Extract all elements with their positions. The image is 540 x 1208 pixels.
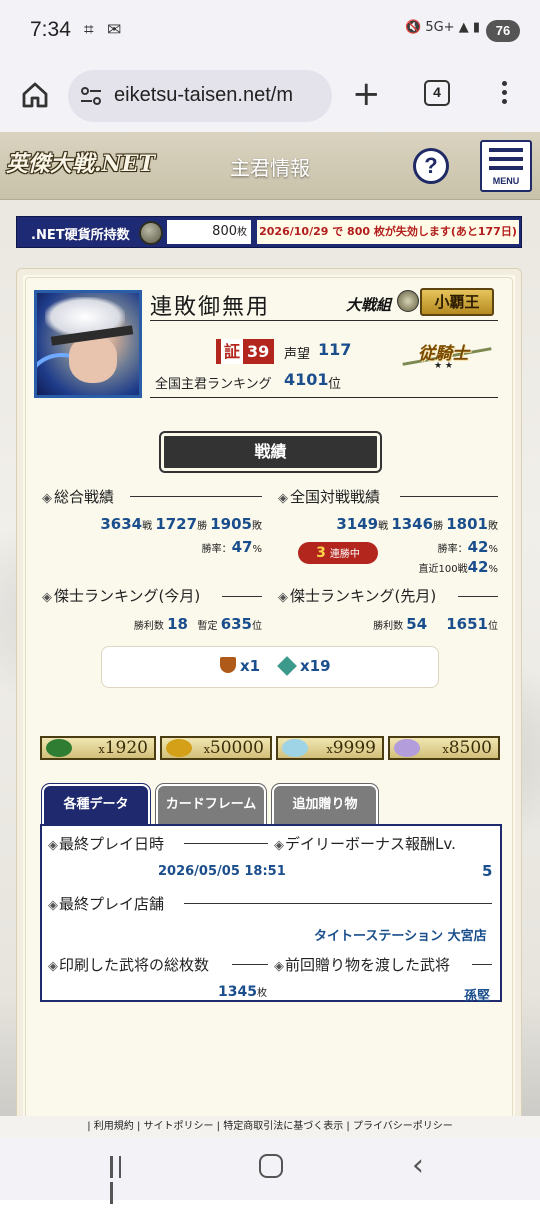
ranking-this-month-title: ◈ 傑士ランキング(今月)	[42, 587, 201, 605]
daily-bonus-level: 5	[482, 862, 493, 880]
group-label: 大戦組	[346, 296, 392, 314]
coin-label: .NET硬貨所持数	[31, 228, 130, 243]
gem-icon	[277, 656, 297, 676]
overall-win-rate: 勝率：47%	[201, 538, 262, 556]
new-tab-button[interactable]: +	[352, 74, 381, 114]
last-play-time-title: ◈最終プレイ日時	[48, 835, 165, 853]
tab-various-data[interactable]: 各種データ	[41, 783, 151, 827]
printed-total-title: ◈印刷した武将の総枚数	[48, 956, 210, 974]
last-shop-title: ◈最終プレイ店舗	[48, 895, 165, 913]
overall-record-title: ◈ 総合戦績	[42, 488, 115, 506]
group-name[interactable]: 小覇王	[420, 288, 494, 316]
coin-bar: .NET硬貨所持数 800枚 2026/10/29 で 800 枚が失効します(…	[16, 216, 522, 248]
coin-amount: 800枚	[167, 220, 251, 244]
network-indicator: 🔇 5G+ ▲ ▮	[405, 20, 480, 35]
ranking-this-month-values: 勝利数 18 暫定 635位	[133, 615, 262, 633]
resource-dragon: x1920	[40, 736, 156, 760]
resource-coin: x50000	[160, 736, 272, 760]
system-nav-bar: ‹	[0, 1138, 540, 1204]
coin-expiry-notice: 2026/10/29 で 800 枚が失効します(あと177日)	[257, 220, 519, 244]
back-icon[interactable]: ‹	[412, 1148, 424, 1183]
url-field[interactable]: eiketsu-taisen.net/m	[68, 70, 332, 122]
status-bar: 7:34 ⌗ ✉ 🔇 5G+ ▲ ▮ 76	[0, 0, 540, 62]
notification-icons: ⌗ ✉	[84, 20, 126, 40]
footer-links[interactable]: | 利用規約 | サイトポリシー | 特定商取引法に基づく表示 | プライバシー…	[0, 1116, 540, 1138]
flower-icon	[394, 739, 420, 757]
medal-box: x1 x19	[101, 646, 439, 688]
gem-count: x19	[277, 656, 331, 676]
national-record-title: ◈ 全国対戦戦績	[278, 488, 381, 506]
last-play-time: 2026/05/05 18:51	[158, 864, 286, 879]
home-button-icon[interactable]	[259, 1154, 283, 1178]
menu-button[interactable]: MENU	[480, 140, 532, 192]
coin-icon	[166, 739, 192, 757]
divider	[150, 397, 498, 398]
status-time: 7:34	[30, 18, 71, 41]
trophy-icon	[220, 657, 236, 673]
browser-toolbar: eiketsu-taisen.net/m + 4	[0, 62, 540, 132]
national-record-values: 3149戦 1346勝 1801敗	[336, 515, 498, 533]
url-text: eiketsu-taisen.net/m	[114, 84, 293, 106]
resource-flower: x8500	[388, 736, 500, 760]
national-rank-label: 全国主君ランキング	[155, 377, 272, 392]
printed-total: 1345枚	[218, 984, 267, 1000]
trophy-count: x1	[220, 657, 260, 675]
meisei-label: 声望	[284, 347, 311, 362]
recent-100-win-rate: 直近100戦42%	[418, 558, 498, 576]
ranking-last-month-title: ◈ 傑士ランキング(先月)	[278, 587, 437, 605]
more-menu-icon[interactable]	[498, 78, 510, 112]
avatar	[34, 290, 142, 398]
group-emblem-icon	[397, 290, 419, 312]
last-gift-general[interactable]: 孫堅	[464, 985, 490, 1004]
coin-icon	[139, 221, 163, 245]
tab-card-frame[interactable]: カードフレーム	[155, 783, 267, 827]
tab-additional-gift[interactable]: 追加贈り物	[271, 783, 379, 827]
divider	[150, 320, 498, 321]
shou-badge: 証 39	[216, 339, 274, 364]
crystal-icon	[282, 739, 308, 757]
section-heading-record: 戦績	[159, 431, 382, 473]
national-win-rate: 勝率：42%	[437, 538, 498, 556]
national-rank-value: 4101	[284, 370, 329, 389]
tab-count-button[interactable]: 4	[424, 80, 450, 106]
resource-crystal: x9999	[276, 736, 384, 760]
recent-apps-icon[interactable]	[110, 1156, 132, 1204]
site-settings-icon[interactable]	[80, 86, 102, 106]
battery-icon: 76	[486, 20, 520, 42]
ranking-last-month-values: 勝利数 54 1651位	[373, 615, 498, 633]
rank-title-badge: 従騎士 ★ ★	[400, 339, 496, 371]
home-icon[interactable]	[20, 80, 50, 110]
meisei-value: 117	[318, 340, 352, 359]
network-type: 5G+	[425, 20, 455, 35]
page-title: 主君情報	[230, 156, 310, 180]
last-gift-general-title: ◈前回贈り物を渡した武将	[274, 956, 451, 974]
last-shop: タイトーステーション 大宮店	[314, 929, 487, 944]
player-name: 連敗御無用	[150, 295, 271, 320]
overall-record-values: 3634戦 1727勝 1905敗	[100, 515, 262, 533]
daily-bonus-title: ◈デイリーボーナス報酬Lv.	[274, 835, 456, 853]
dragon-icon	[46, 739, 72, 757]
help-button[interactable]: ?	[413, 148, 449, 184]
national-rank-unit: 位	[328, 377, 342, 392]
site-header: 英傑大戦.NET 主君情報 ? MENU	[0, 132, 540, 200]
menu-label: MENU	[492, 176, 520, 186]
